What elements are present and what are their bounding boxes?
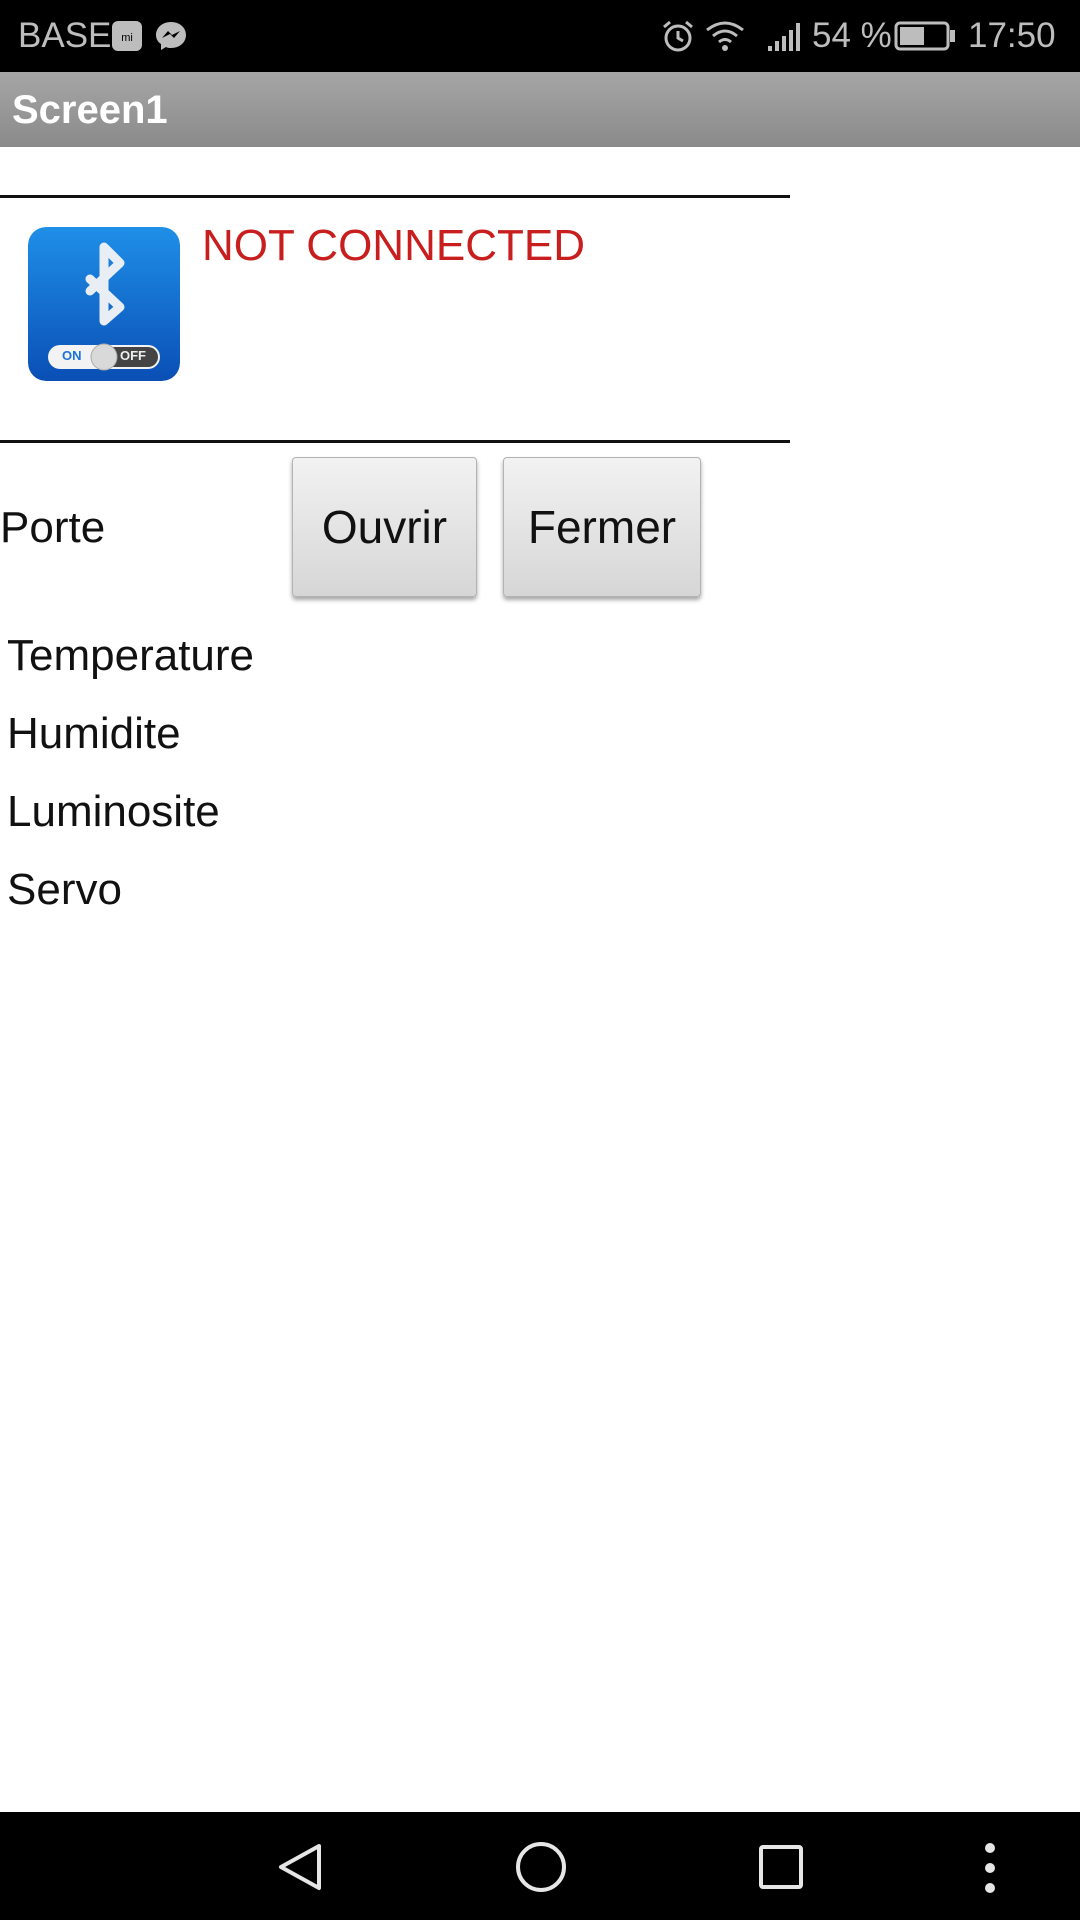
- clock: 17:50: [968, 16, 1056, 55]
- servo-label: Servo: [7, 865, 122, 914]
- wifi-icon: [706, 21, 744, 51]
- alarm-icon: [663, 20, 693, 52]
- signal-icon: [768, 23, 800, 51]
- more-button[interactable]: [930, 1812, 1050, 1920]
- humidity-label: Humidite: [7, 709, 181, 758]
- messenger-icon: [156, 22, 186, 50]
- bluetooth-icon: [28, 227, 180, 381]
- status-bar: BASE mi 54 % 17:50: [0, 0, 1080, 72]
- carrier-label: BASE: [18, 16, 112, 55]
- battery-percent: 54 %: [812, 16, 892, 55]
- toggle-on-label: ON: [62, 348, 82, 363]
- divider-bottom: [0, 440, 790, 443]
- more-icon: [985, 1843, 995, 1893]
- luminosity-label: Luminosite: [7, 787, 220, 836]
- screen-title: Screen1: [12, 88, 168, 132]
- mi-icon: mi: [112, 21, 142, 51]
- open-door-button[interactable]: Ouvrir: [292, 457, 477, 597]
- app-title-bar: Screen1: [0, 72, 1080, 147]
- connection-status: NOT CONNECTED: [202, 221, 585, 270]
- battery-icon: [894, 21, 955, 51]
- divider-top: [0, 195, 790, 198]
- recents-icon: [759, 1845, 803, 1889]
- recents-button[interactable]: [720, 1812, 840, 1920]
- bluetooth-connect-button[interactable]: ON OFF: [28, 227, 180, 381]
- back-icon: [279, 1844, 321, 1890]
- temperature-label: Temperature: [7, 631, 255, 680]
- toggle-off-label: OFF: [120, 348, 146, 363]
- home-icon: [516, 1842, 566, 1892]
- close-door-button[interactable]: Fermer: [503, 457, 701, 597]
- porte-label: Porte: [0, 503, 106, 552]
- navigation-bar: [0, 1812, 1080, 1920]
- home-button[interactable]: [480, 1812, 600, 1920]
- svg-text:mi: mi: [121, 32, 133, 44]
- back-button[interactable]: [240, 1812, 360, 1920]
